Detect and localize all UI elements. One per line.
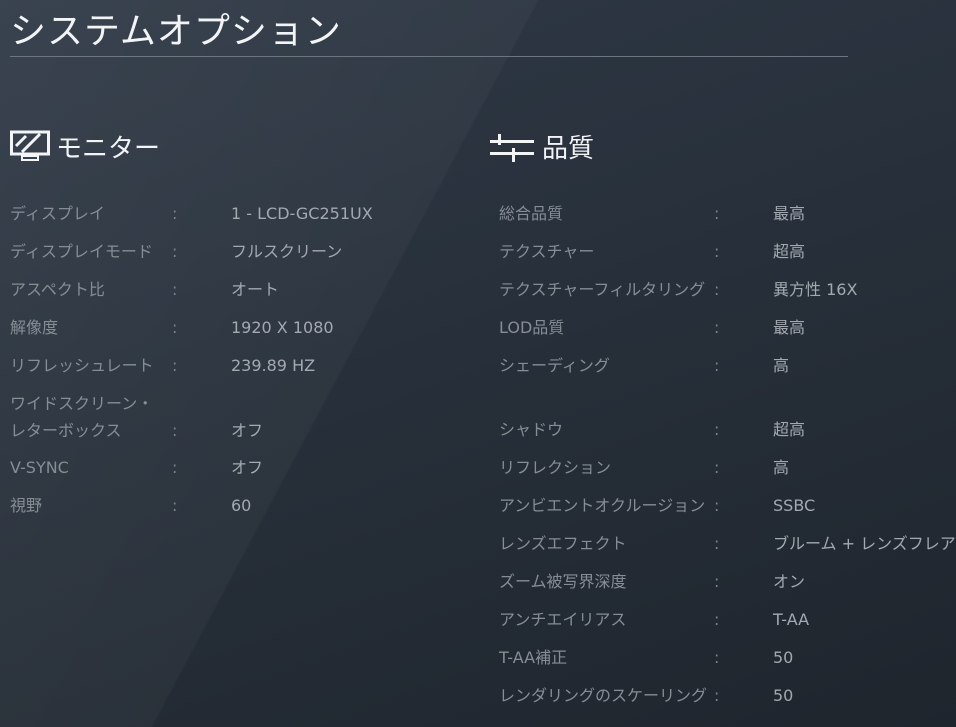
setting-row[interactable]: LOD品質: 最高 <box>0 318 956 338</box>
setting-label: ワイドスクリーン・ <box>10 394 154 413</box>
separator: : <box>714 420 720 439</box>
setting-row[interactable]: リフレクション: 高 <box>0 458 956 478</box>
setting-value[interactable]: T-AA <box>773 610 809 630</box>
section-quality-heading: 品質 <box>490 128 594 165</box>
section-monitor-heading: モニター <box>10 128 160 165</box>
section-title: モニター <box>56 134 161 164</box>
setting-row[interactable]: シェーディング: 高 <box>0 356 956 376</box>
separator: : <box>714 356 720 375</box>
separator: : <box>714 648 720 667</box>
setting-value[interactable]: 超高 <box>773 242 805 262</box>
setting-row[interactable]: レンダリングのスケーリング: 50 <box>0 686 956 706</box>
setting-label: テクスチャーフィルタリング <box>499 280 706 299</box>
setting-value[interactable]: 最高 <box>773 204 805 224</box>
monitor-icon <box>10 130 50 161</box>
setting-label: レンズエフェクト <box>499 534 627 553</box>
separator: : <box>714 496 720 515</box>
separator: : <box>714 204 720 223</box>
setting-label: レンダリングのスケーリング <box>499 686 708 705</box>
separator: : <box>714 242 720 261</box>
setting-label: T-AA補正 <box>499 648 568 667</box>
separator: : <box>714 686 720 705</box>
setting-row[interactable]: シャドウ: 超高 <box>0 420 956 440</box>
setting-row[interactable]: レンズエフェクト: ブルーム + レンズフレア <box>0 534 956 554</box>
page-title: システムオプション <box>10 11 342 52</box>
setting-label: アンビエントオクルージョン <box>499 496 706 515</box>
setting-label: シャドウ <box>499 420 564 439</box>
title-divider <box>10 56 848 57</box>
setting-row[interactable]: アンビエントオクルージョン: SSBC <box>0 496 956 516</box>
section-title: 品質 <box>542 134 595 164</box>
separator: : <box>714 610 720 629</box>
setting-value[interactable]: 超高 <box>773 420 805 440</box>
separator: : <box>714 572 720 591</box>
setting-value[interactable]: オン <box>773 572 805 592</box>
setting-label: ズーム被写界深度 <box>499 572 627 591</box>
setting-value[interactable]: ブルーム + レンズフレア <box>773 534 956 554</box>
setting-value[interactable]: 異方性 16X <box>773 280 857 300</box>
setting-label: リフレクション <box>499 458 612 477</box>
setting-row[interactable]: テクスチャー: 超高 <box>0 242 956 262</box>
setting-value[interactable]: 高 <box>773 356 789 376</box>
sliders-icon <box>490 133 534 162</box>
setting-value[interactable]: 最高 <box>773 318 805 338</box>
separator: : <box>714 534 720 553</box>
setting-label: 総合品質 <box>499 204 564 223</box>
setting-row[interactable]: テクスチャーフィルタリング: 異方性 16X <box>0 280 956 300</box>
setting-row[interactable]: ズーム被写界深度: オン <box>0 572 956 592</box>
setting-row[interactable]: アンチエイリアス: T-AA <box>0 610 956 630</box>
setting-value[interactable]: 高 <box>773 458 789 478</box>
setting-label: アンチエイリアス <box>499 610 627 629</box>
setting-row[interactable]: T-AA補正: 50 <box>0 648 956 668</box>
separator: : <box>714 458 720 477</box>
setting-value[interactable]: 50 <box>773 648 793 668</box>
setting-label: LOD品質 <box>499 318 565 337</box>
setting-label: テクスチャー <box>499 242 595 261</box>
setting-row[interactable]: 総合品質: 最高 <box>0 204 956 224</box>
setting-value[interactable]: 50 <box>773 686 793 706</box>
separator: : <box>714 280 720 299</box>
separator: : <box>714 318 720 337</box>
setting-value[interactable]: SSBC <box>773 496 815 516</box>
setting-label: シェーディング <box>499 356 610 375</box>
